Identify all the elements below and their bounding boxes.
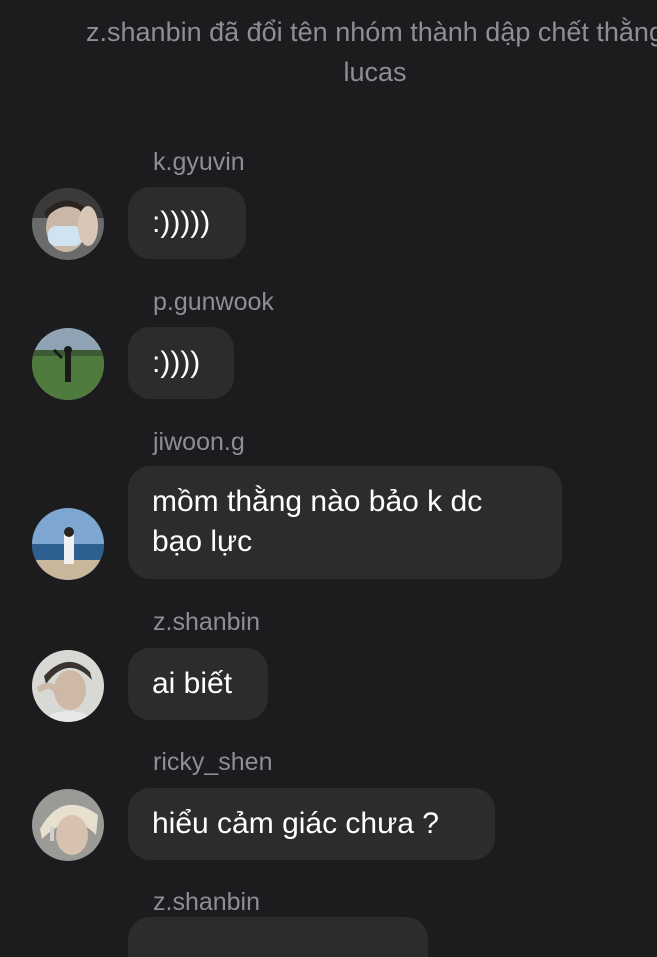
avatar-image <box>32 328 104 400</box>
message-bubble[interactable]: ai biết <box>128 648 268 720</box>
sender-name: z.shanbin <box>153 888 261 916</box>
message-bubble[interactable]: hiểu cảm giác chưa ? <box>128 788 495 860</box>
message-row: k.gyuvin :))))) <box>0 147 657 262</box>
avatar-image <box>32 188 104 260</box>
message-row: z.shanbin <box>0 887 657 957</box>
group-rename-notice: z.shanbin đã đổi tên nhóm thành dập chết… <box>86 17 657 87</box>
avatar[interactable] <box>32 650 104 722</box>
avatar-image <box>32 508 104 580</box>
message-row: ricky_shen hiểu cảm giác chưa ? <box>0 747 657 862</box>
avatar-image <box>32 789 104 861</box>
sender-name: z.shanbin <box>153 608 261 636</box>
sender-name: p.gunwook <box>153 288 274 316</box>
sender-name: jiwoon.g <box>153 428 245 456</box>
sender-name: k.gyuvin <box>153 148 245 176</box>
message-row: jiwoon.g mồm thằng nào bảo k dc bạo lực <box>0 427 657 587</box>
message-row: z.shanbin ai biết <box>0 607 657 722</box>
avatar[interactable] <box>32 188 104 260</box>
avatar[interactable] <box>32 508 104 580</box>
message-bubble[interactable]: :)))) <box>128 327 234 399</box>
avatar[interactable] <box>32 789 104 861</box>
message-bubble[interactable]: :))))) <box>128 187 246 259</box>
avatar[interactable] <box>32 328 104 400</box>
message-bubble[interactable] <box>128 917 428 957</box>
avatar-image <box>32 650 104 722</box>
message-row: p.gunwook :)))) <box>0 287 657 402</box>
message-bubble[interactable]: mồm thằng nào bảo k dc bạo lực <box>128 466 562 579</box>
sender-name: ricky_shen <box>153 748 273 776</box>
